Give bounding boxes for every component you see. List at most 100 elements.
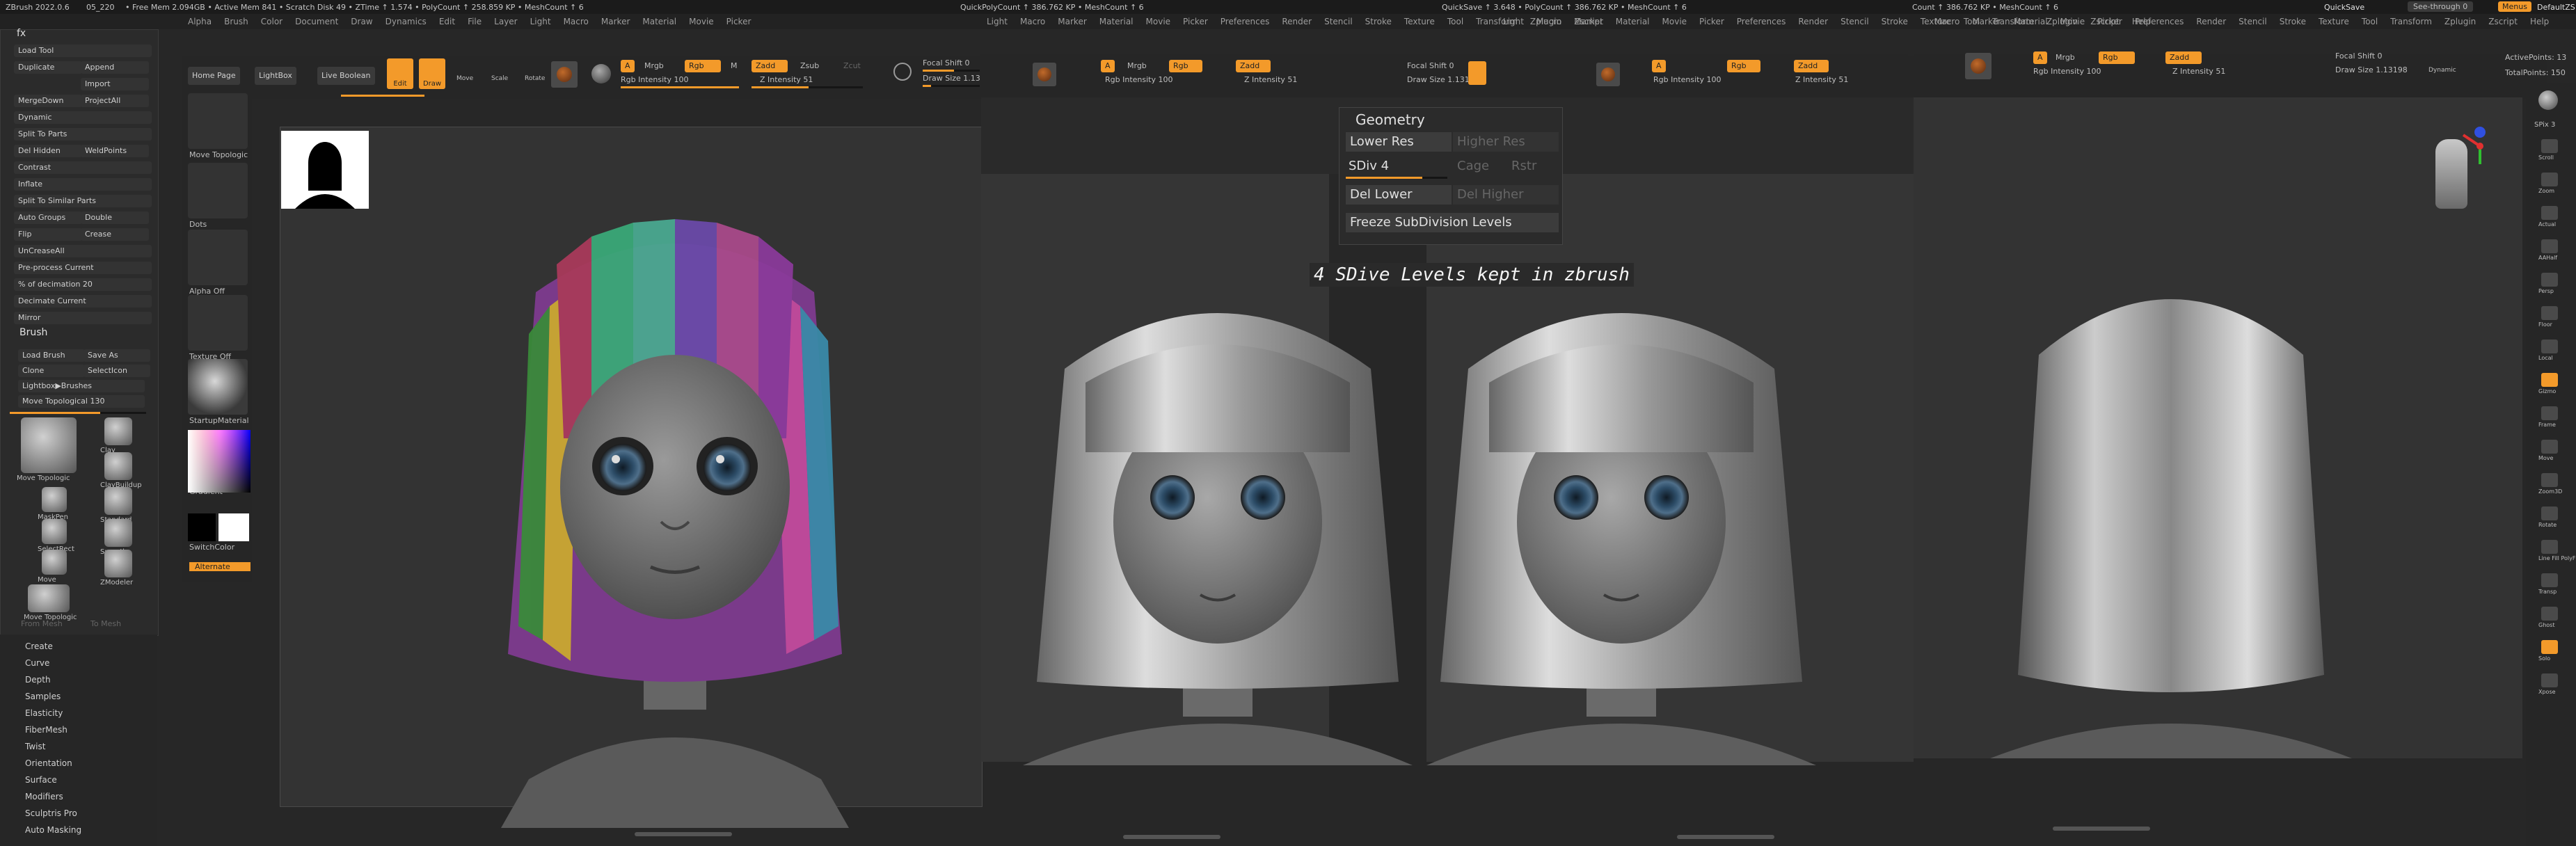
cage-button[interactable]: Cage [1457,159,1489,173]
see-through-slider[interactable]: See-through 0 [2408,1,2474,12]
tray-local-icon[interactable] [2541,340,2558,353]
tray-ghost-icon[interactable] [2541,607,2558,621]
rgb-intensity-3[interactable]: Rgb Intensity 100 [1653,75,1721,84]
menu-material[interactable]: Material [642,17,676,26]
tool--of-decimation-20-button[interactable]: % of decimation 20 [14,278,152,291]
brush-maskpen-icon[interactable] [42,487,67,512]
tool-mergedown-button[interactable]: MergeDown [14,95,82,107]
tool-decimate-current-button[interactable]: Decimate Current [14,295,152,308]
brush-standard-icon[interactable] [104,487,132,515]
zcut-toggle[interactable]: Zcut [843,61,861,70]
focal-shift-slider[interactable]: Focal Shift 0 [923,58,970,67]
tool-inflate-button[interactable]: Inflate [14,178,152,191]
menu-macro[interactable]: Macro [1934,17,1959,26]
tray-aahalf-icon[interactable] [2541,239,2558,253]
mrgb-toggle-2[interactable]: Mrgb [1127,61,1147,70]
default-zscript[interactable]: DefaultZS [2537,3,2575,12]
menu-macro[interactable]: Macro [1536,17,1561,26]
menu-stencil[interactable]: Stencil [1840,17,1869,26]
tool-dynamic-button[interactable]: Dynamic [14,111,152,124]
tool-projectall-button[interactable]: ProjectAll [81,95,149,107]
tray-move-icon[interactable] [2541,440,2558,454]
scale-button[interactable]: Scale [491,75,508,82]
menu-light[interactable]: Light [1503,17,1524,26]
menu-render[interactable]: Render [1282,17,1312,26]
tool-weldpoints-button[interactable]: WeldPoints [81,145,149,157]
lightbox-button[interactable]: LightBox [255,67,296,85]
subpalette-modifiers[interactable]: Modifiers [25,792,63,801]
tray-line-fill-polyf-icon[interactable] [2541,540,2558,554]
focal-shift-track[interactable] [923,70,985,72]
menu-texture[interactable]: Texture [2319,17,2349,26]
menu-transform[interactable]: Transform [2390,17,2432,26]
menu-file[interactable]: File [468,17,482,26]
tool-duplicate-button[interactable]: Duplicate [14,61,82,74]
subpalette-twist[interactable]: Twist [25,742,45,751]
quicksave-button[interactable]: QuickSave [2324,3,2364,12]
menu-picker[interactable]: Picker [726,17,752,26]
move-button[interactable]: Move [456,75,473,82]
shelf-texture-off-icon[interactable] [188,295,248,351]
subpalette-auto-masking[interactable]: Auto Masking [25,825,81,835]
brush-save-as-button[interactable]: Save As [84,349,150,362]
home-page-button[interactable]: Home Page [188,67,240,85]
subpalette-sculptris-pro[interactable]: Sculptris Pro [25,808,77,818]
main-color-swatch[interactable] [218,513,249,541]
live-boolean-button[interactable]: Live Boolean [317,67,375,85]
material-sphere-icon-3[interactable] [1596,63,1620,86]
menu-movie[interactable]: Movie [1662,17,1687,26]
tool-double-button[interactable]: Double [81,212,149,224]
menu-brush[interactable]: Brush [224,17,248,26]
rgb-intensity-2[interactable]: Rgb Intensity 100 [1105,75,1172,84]
menu-material[interactable]: Material [1099,17,1134,26]
tool-pre-process-current-button[interactable]: Pre-process Current [14,262,152,274]
shelf-switchcolor-label[interactable]: SwitchColor [189,543,234,552]
menu-texture[interactable]: Texture [1404,17,1435,26]
mrgb-toggle[interactable]: Mrgb [644,61,664,70]
menu-stencil[interactable]: Stencil [2239,17,2267,26]
zadd-toggle-3[interactable]: Zadd [1794,60,1829,72]
menu-macro[interactable]: Macro [564,17,589,26]
z-intensity-slider[interactable]: Z Intensity 51 [760,75,813,84]
orientation-figure-icon[interactable] [2435,139,2467,209]
tool-split-to-parts-button[interactable]: Split To Parts [14,128,152,141]
brush-move-icon[interactable] [42,550,67,575]
edit-button[interactable]: Edit [387,58,413,89]
subpalette-samples[interactable]: Samples [25,692,61,701]
higher-res-button[interactable]: Higher Res [1453,132,1559,152]
z-intensity-4[interactable]: Z Intensity 51 [2172,67,2225,76]
material-sphere-icon-2[interactable] [1033,63,1056,86]
horizontal-scrollbar-2[interactable] [1123,835,1221,839]
draw-size-4[interactable]: Draw Size 1.13198 [2335,65,2408,74]
menu-movie[interactable]: Movie [2060,17,2085,26]
z-intensity-2[interactable]: Z Intensity 51 [1244,75,1297,84]
brush-smooth-icon[interactable] [104,519,132,547]
brush-selectrect-icon[interactable] [42,519,67,544]
spix-slider[interactable]: SPix 3 [2534,121,2555,129]
subpalette-fibermesh[interactable]: FiberMesh [25,725,67,735]
horizontal-scrollbar-4[interactable] [2053,827,2150,831]
rgb-toggle-4[interactable]: Rgb [2099,51,2135,64]
menu-stroke[interactable]: Stroke [2280,17,2306,26]
brush-load-brush-button[interactable]: Load Brush [18,349,85,362]
subpalette-depth[interactable]: Depth [25,675,51,685]
menu-marker[interactable]: Marker [1058,17,1086,26]
menu-alpha[interactable]: Alpha [188,17,212,26]
brush-clone-button[interactable]: Clone [18,365,85,377]
sdiv-slider[interactable]: SDiv 4 [1349,159,1389,173]
texture-sphere-icon[interactable] [591,64,611,83]
brush-clay-icon[interactable] [104,417,132,445]
menu-preferences[interactable]: Preferences [1221,17,1270,26]
to-mesh-button[interactable]: To Mesh [90,619,121,628]
subpalette-orientation[interactable]: Orientation [25,758,72,768]
focal-shift-4[interactable]: Focal Shift 0 [2335,51,2383,61]
menu-stencil[interactable]: Stencil [1324,17,1353,26]
del-lower-button[interactable]: Del Lower [1346,185,1452,205]
menu-macro[interactable]: Macro [1020,17,1045,26]
rgb-toggle[interactable]: Rgb [685,60,721,72]
shelf-alpha-off-icon[interactable] [188,230,248,285]
a-toggle-2[interactable]: A [1101,60,1115,72]
sdiv-track[interactable] [1346,177,1447,179]
tray-frame-icon[interactable] [2541,406,2558,420]
horizontal-scrollbar[interactable] [635,832,732,836]
